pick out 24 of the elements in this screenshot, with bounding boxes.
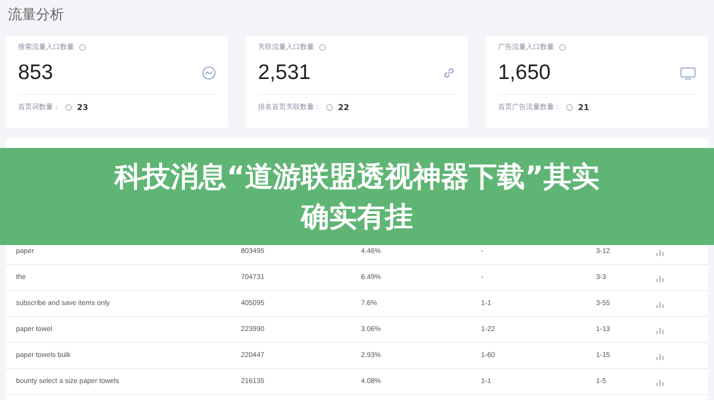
help-icon[interactable] — [566, 104, 573, 110]
footer-value: 22 — [338, 102, 350, 112]
stat-value: 853 — [18, 61, 54, 85]
bar-chart-icon[interactable] — [656, 378, 665, 386]
bar-chart-icon[interactable] — [656, 300, 665, 308]
help-icon[interactable] — [319, 44, 326, 50]
bar-chart-icon[interactable] — [656, 248, 665, 256]
bar-chart-icon[interactable] — [656, 326, 665, 334]
link-icon — [442, 66, 456, 80]
bar-chart-icon[interactable] — [656, 352, 665, 360]
help-icon[interactable] — [326, 104, 333, 110]
page-title: 流量分析 — [8, 7, 64, 23]
bar-chart-icon[interactable] — [656, 274, 665, 282]
footer-value: 21 — [578, 102, 590, 112]
stat-value: 1,650 — [498, 61, 551, 85]
monitor-icon — [680, 66, 696, 80]
headline-text: 确实有挂 — [301, 198, 413, 234]
stat-value: 2,531 — [258, 61, 311, 85]
footer-value: 23 — [77, 102, 88, 112]
trend-icon — [202, 66, 216, 80]
help-icon[interactable] — [559, 44, 566, 50]
headline-text: 科技消息“道游联盟透视神器下载”其实 — [114, 158, 600, 194]
help-icon[interactable] — [65, 104, 72, 110]
help-icon[interactable] — [79, 44, 86, 50]
